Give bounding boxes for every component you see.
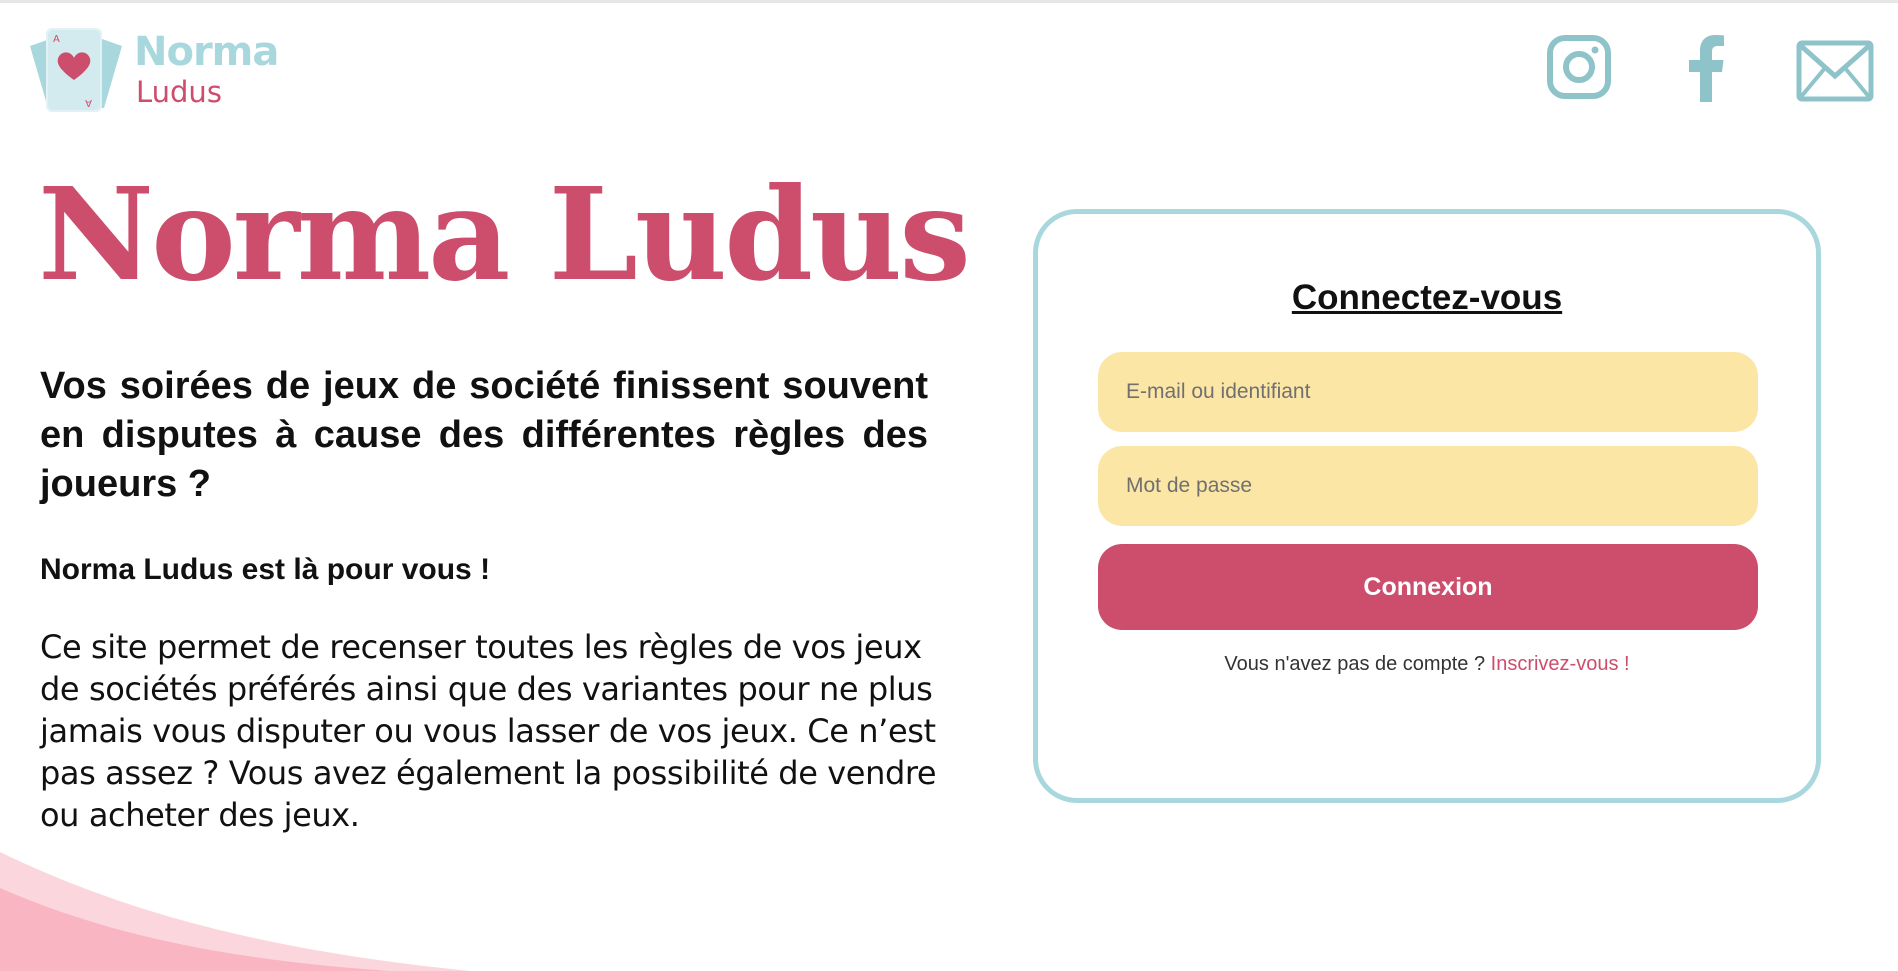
mail-link[interactable] bbox=[1796, 40, 1874, 102]
logo-subtitle: Ludus bbox=[136, 75, 222, 109]
login-button[interactable]: Connexion bbox=[1098, 544, 1758, 630]
hero-title: Norma Ludus bbox=[38, 160, 971, 309]
email-input[interactable] bbox=[1098, 352, 1758, 432]
login-card: Connectez-vous Connexion Vous n'avez pas… bbox=[1033, 209, 1821, 803]
top-border bbox=[0, 0, 1898, 3]
facebook-icon bbox=[1689, 35, 1724, 102]
site-logo[interactable]: A A Norma Ludus bbox=[24, 28, 279, 112]
decorative-wave bbox=[0, 852, 470, 971]
instagram-icon bbox=[1547, 35, 1611, 99]
hero-description: Ce site permet de recenser toutes les rè… bbox=[40, 628, 937, 834]
login-title: Connectez-vous bbox=[1291, 278, 1563, 317]
svg-text:A: A bbox=[85, 97, 92, 108]
instagram-link[interactable] bbox=[1546, 34, 1612, 100]
signup-prompt: Vous n'avez pas de compte ? Inscrivez-vo… bbox=[1038, 651, 1816, 677]
logo-title: Norma bbox=[134, 29, 279, 75]
facebook-link[interactable] bbox=[1686, 34, 1726, 102]
signup-link[interactable]: Inscrivez-vous ! bbox=[1491, 653, 1630, 675]
svg-text:A: A bbox=[53, 34, 60, 45]
signup-prompt-text: Vous n'avez pas de compte ? bbox=[1224, 653, 1486, 675]
playing-card-heart-icon: A A bbox=[30, 28, 122, 112]
hero-subheading: Norma Ludus est là pour vous ! bbox=[40, 553, 491, 586]
hero-question: Vos soirées de jeux de société finissent… bbox=[40, 365, 928, 505]
password-input[interactable] bbox=[1098, 446, 1758, 526]
mail-icon bbox=[1796, 40, 1874, 102]
